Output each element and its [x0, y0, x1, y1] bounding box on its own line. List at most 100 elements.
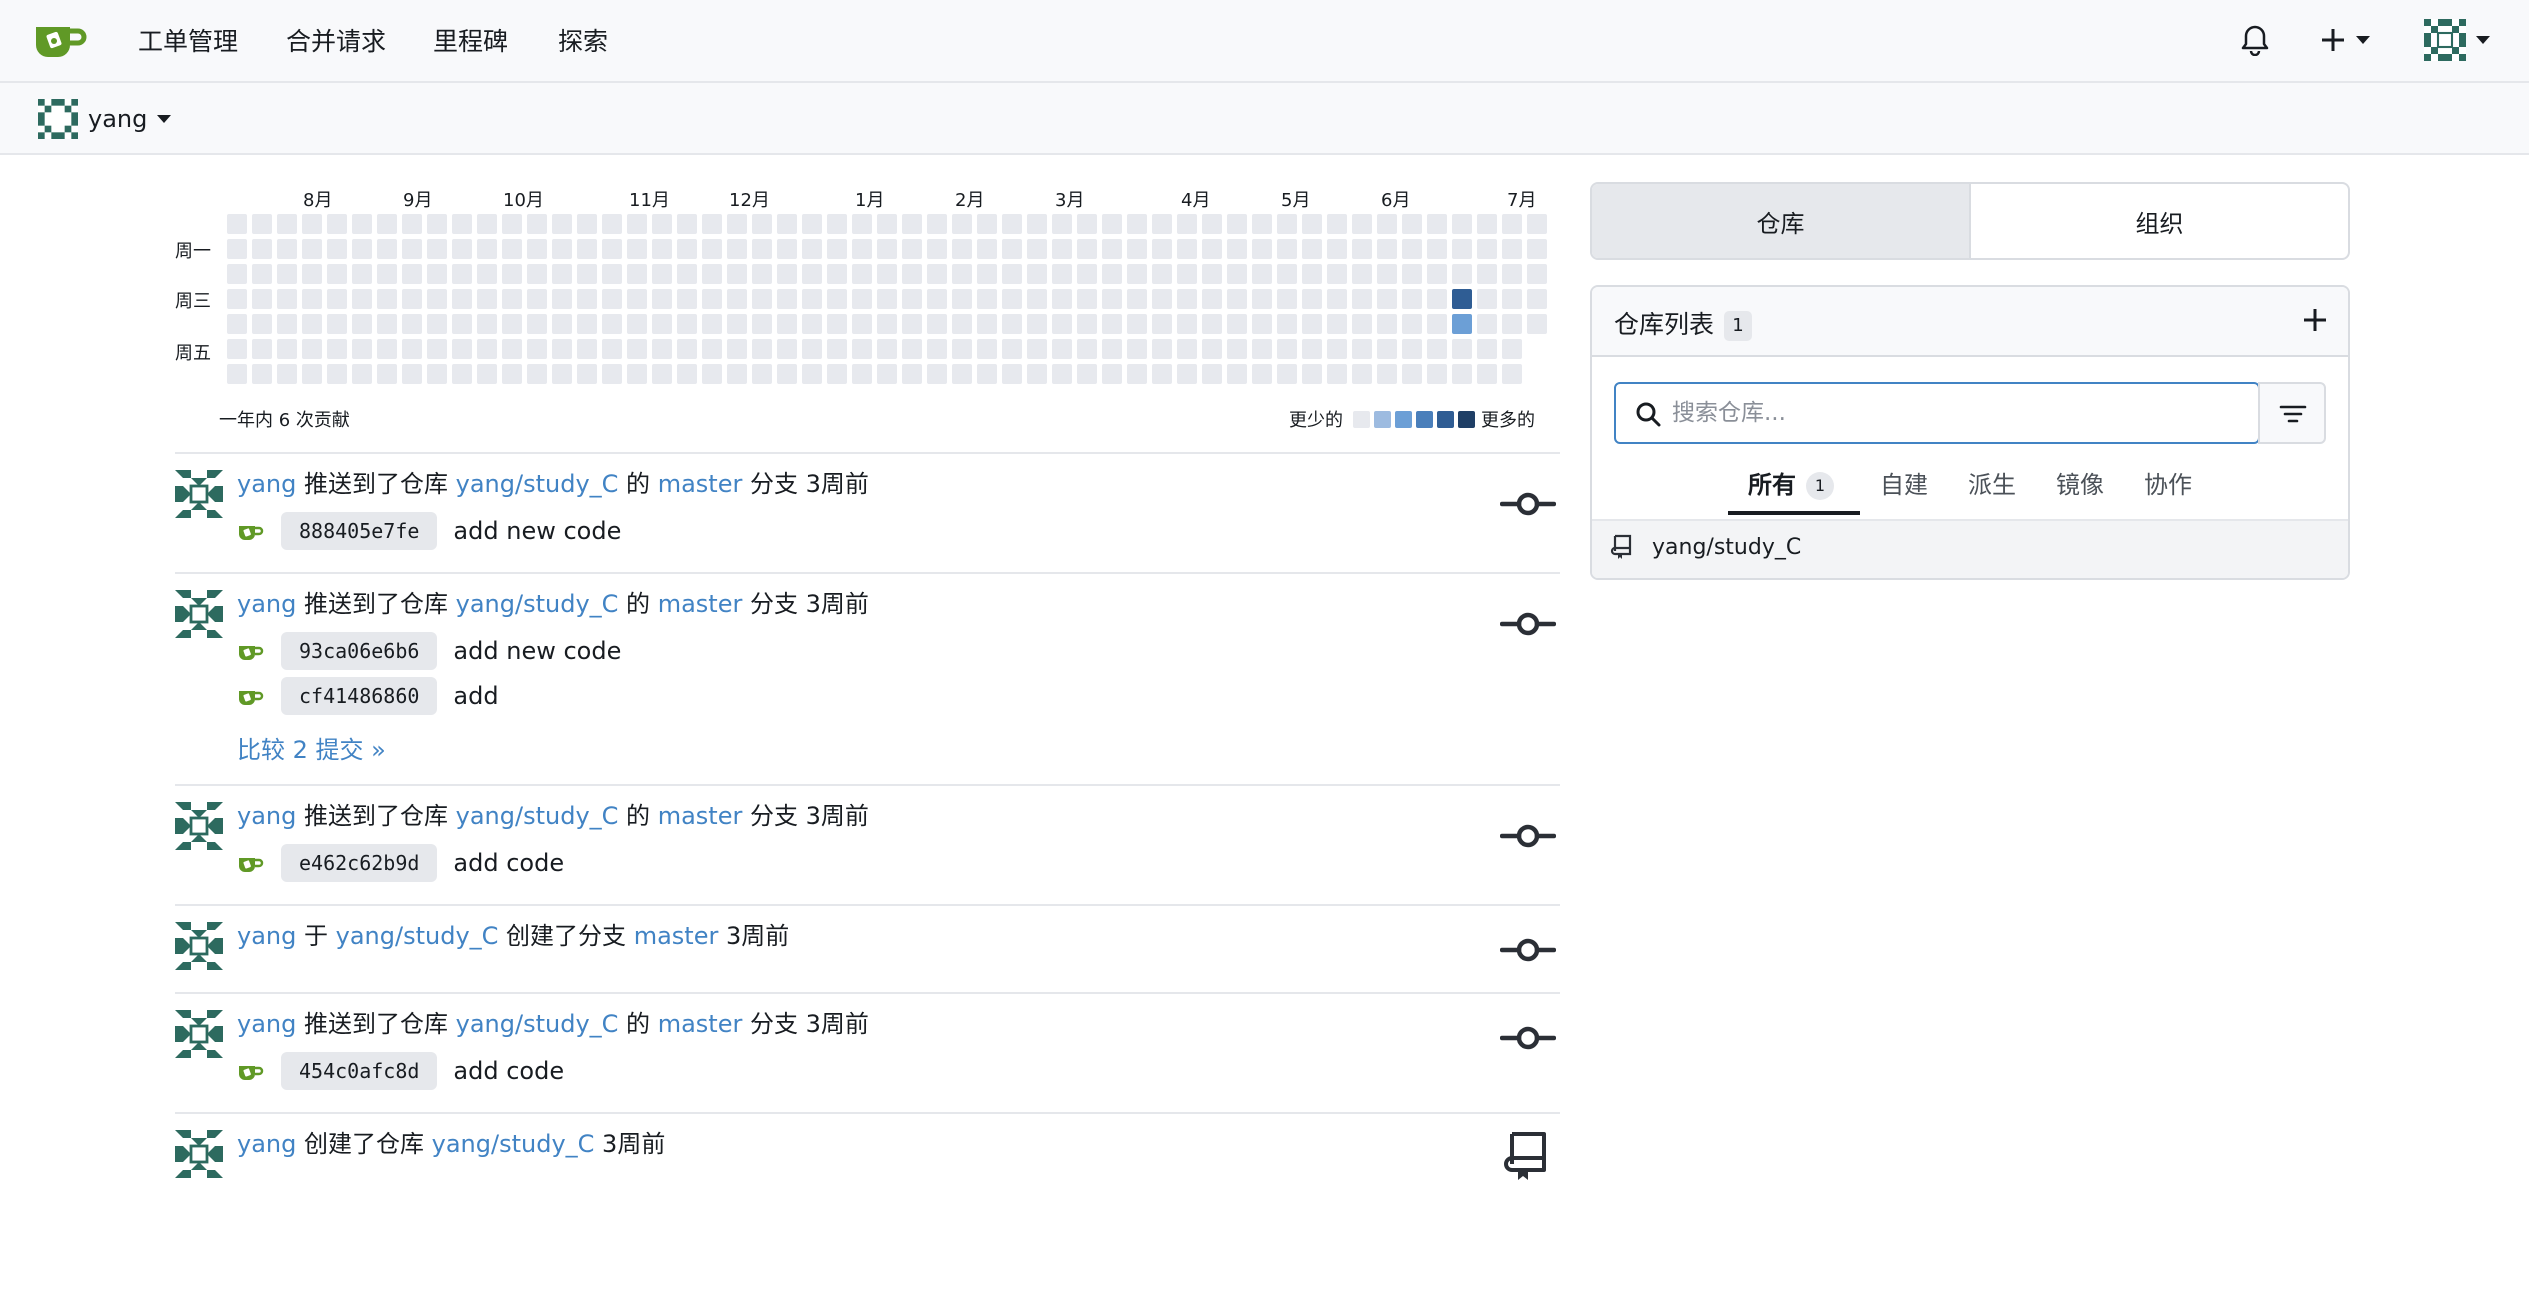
feed-item-summary: yang 推送到了仓库 yang/study_C 的 master 分支 3周前	[237, 800, 869, 832]
repo-link[interactable]: yang/study_C	[456, 802, 619, 830]
chevron-down-icon	[157, 115, 172, 123]
user-link[interactable]: yang	[237, 922, 296, 950]
heatmap-cell	[1477, 364, 1497, 384]
branch-link[interactable]: master	[634, 922, 719, 950]
heatmap-cell	[627, 289, 647, 309]
heatmap-cell	[427, 289, 447, 309]
repo-list: yang/study_C	[1592, 519, 2348, 578]
heatmap-cell	[927, 339, 947, 359]
plus-icon	[2322, 29, 2344, 51]
create-new-dropdown[interactable]	[2320, 18, 2370, 62]
repo-link[interactable]: yang/study_C	[456, 1010, 619, 1038]
nav-issues[interactable]: 工单管理	[138, 26, 238, 58]
user-link[interactable]: yang	[237, 1130, 296, 1158]
heatmap-cell	[352, 314, 372, 334]
top-navbar: 工单管理 合并请求 里程碑 探索	[0, 0, 2529, 83]
heatmap-cell	[852, 289, 872, 309]
user-menu-dropdown[interactable]	[2424, 18, 2490, 62]
heatmap-cell	[302, 364, 322, 384]
nav-pull-requests[interactable]: 合并请求	[286, 26, 386, 58]
heatmap-cell	[952, 314, 972, 334]
tab-organizations[interactable]: 组织	[1971, 184, 2348, 258]
feed-item: yang 推送到了仓库 yang/study_C 的 master 分支 3周前…	[175, 784, 1560, 904]
heatmap-cell	[752, 314, 772, 334]
commit-sha-button[interactable]: 93ca06e6b6	[281, 632, 438, 670]
heatmap-cell	[502, 214, 522, 234]
heatmap-cell	[502, 364, 522, 384]
feed-at-text: 于	[304, 922, 328, 950]
subtab-forks[interactable]: 派生	[1968, 465, 2016, 500]
heatmap-cell	[527, 214, 547, 234]
heatmap-cell	[1277, 364, 1297, 384]
context-user-name: yang	[88, 105, 148, 133]
tab-repositories[interactable]: 仓库	[1592, 184, 1971, 258]
heatmap-month-label: 12月	[729, 190, 770, 211]
commit-sha-button[interactable]: e462c62b9d	[281, 844, 438, 882]
avatar[interactable]	[175, 802, 223, 850]
heatmap-cell	[827, 214, 847, 234]
heatmap-cell	[1477, 339, 1497, 359]
heatmap-cell	[727, 214, 747, 234]
heatmap-cell	[1077, 364, 1097, 384]
repo-list-item[interactable]: yang/study_C	[1610, 533, 1801, 561]
heatmap-cell	[1277, 289, 1297, 309]
gitea-logo-icon[interactable]	[34, 19, 88, 59]
repo-link[interactable]: yang/study_C	[336, 922, 499, 950]
heatmap-cell	[1402, 314, 1422, 334]
heatmap-cell	[1177, 239, 1197, 259]
heatmap-cell	[1077, 339, 1097, 359]
add-repo-button[interactable]	[2300, 305, 2330, 335]
notifications-button[interactable]	[2240, 18, 2270, 62]
compare-commits-link[interactable]: 比较 2 提交 »	[237, 730, 386, 765]
heatmap-cell	[1527, 289, 1547, 309]
subtab-collaborative[interactable]: 协作	[2144, 465, 2192, 500]
branch-link[interactable]: master	[658, 470, 743, 498]
heatmap-cell	[577, 239, 597, 259]
subtab-own[interactable]: 自建	[1880, 465, 1928, 500]
heatmap-cell	[327, 339, 347, 359]
feed-branch-text: 分支	[749, 470, 798, 498]
heatmap-cell	[352, 339, 372, 359]
heatmap-cell	[627, 364, 647, 384]
avatar[interactable]	[175, 922, 223, 970]
commit-sha-button[interactable]: 888405e7fe	[281, 512, 438, 550]
feed-time: 3周前	[805, 1010, 869, 1038]
repo-link[interactable]: yang/study_C	[456, 470, 619, 498]
repo-link[interactable]: yang/study_C	[456, 590, 619, 618]
heatmap-cell	[952, 364, 972, 384]
heatmap-cell	[252, 289, 272, 309]
nav-milestones[interactable]: 里程碑	[433, 26, 508, 58]
user-link[interactable]: yang	[237, 590, 296, 618]
heatmap-cell	[1127, 289, 1147, 309]
avatar[interactable]	[175, 1010, 223, 1058]
repo-link[interactable]: yang/study_C	[432, 1130, 595, 1158]
commit-sha-button[interactable]: cf41486860	[281, 677, 438, 715]
subtab-all[interactable]: 所有 1	[1748, 465, 1834, 500]
heatmap-cell	[1177, 314, 1197, 334]
user-link[interactable]: yang	[237, 1010, 296, 1038]
feed-item: yang 推送到了仓库 yang/study_C 的 master 分支 3周前…	[175, 992, 1560, 1112]
commit-sha-button[interactable]: 454c0afc8d	[281, 1052, 438, 1090]
user-link[interactable]: yang	[237, 470, 296, 498]
heatmap-cell	[402, 339, 422, 359]
branch-link[interactable]: master	[658, 1010, 743, 1038]
avatar[interactable]	[175, 470, 223, 518]
repo-search-input[interactable]	[1672, 394, 2232, 432]
repo-name: yang/study_C	[1652, 534, 1802, 560]
feed-time: 3周前	[725, 922, 790, 950]
context-user-switcher[interactable]: yang	[38, 97, 172, 141]
user-link[interactable]: yang	[237, 802, 296, 830]
heatmap-month-label: 6月	[1381, 190, 1411, 211]
avatar[interactable]	[175, 1130, 223, 1178]
branch-link[interactable]: master	[658, 802, 743, 830]
subtab-mirrors[interactable]: 镜像	[2056, 465, 2104, 500]
branch-link[interactable]: master	[658, 590, 743, 618]
heatmap-cell	[1302, 289, 1322, 309]
heatmap-cell	[652, 364, 672, 384]
filter-button[interactable]	[2258, 382, 2326, 444]
nav-explore[interactable]: 探索	[558, 26, 608, 58]
avatar[interactable]	[175, 590, 223, 638]
heatmap-cell	[677, 314, 697, 334]
heatmap-cell	[1452, 339, 1472, 359]
heatmap-cell	[352, 264, 372, 284]
